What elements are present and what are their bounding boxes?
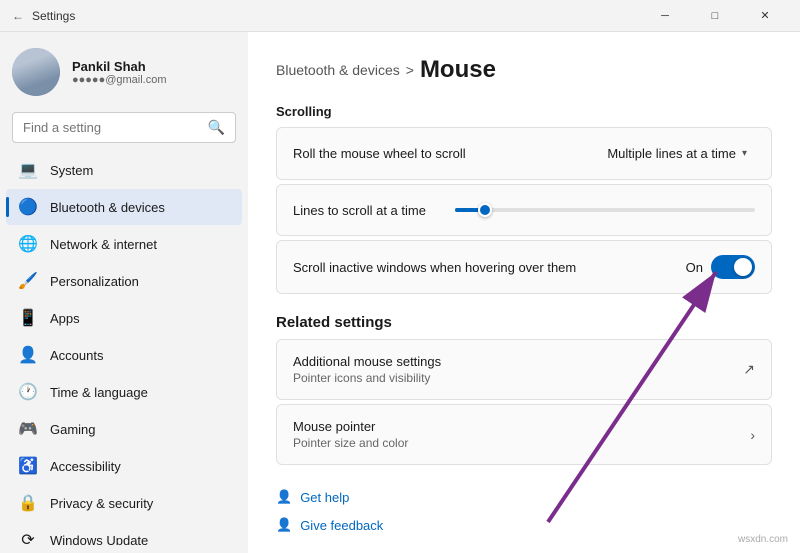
maximize-button[interactable]: □ [692,0,738,32]
breadcrumb-separator: > [406,62,414,78]
sidebar-item-windows-update[interactable]: ⟳ Windows Update [6,522,242,545]
mouse-pointer-info: Mouse pointer Pointer size and color [293,419,408,450]
user-name: Pankil Shah [72,59,236,74]
sidebar-item-label: Bluetooth & devices [50,200,165,215]
sidebar-item-gaming[interactable]: 🎮 Gaming [6,411,242,447]
slider-track [455,208,755,212]
give-feedback-icon: 👤 [276,517,292,533]
get-help-label: Get help [300,490,349,505]
update-icon: ⟳ [18,530,38,545]
roll-mouse-wheel-label: Roll the mouse wheel to scroll [293,146,466,161]
external-link-icon: ↗ [743,361,755,378]
breadcrumb-current: Mouse [420,56,496,84]
user-email: ●●●●●@gmail.com [72,74,236,86]
related-settings-title: Related settings [276,314,772,331]
scroll-lines-slider[interactable] [455,208,755,212]
main-content: Bluetooth & devices > Mouse Scrolling Ro… [248,32,800,553]
scroll-mode-value: Multiple lines at a time [607,146,736,161]
give-feedback-label: Give feedback [300,518,383,533]
sidebar-item-label: System [50,163,93,178]
lines-to-scroll-row: Lines to scroll at a time [276,184,772,236]
additional-mouse-sub: Pointer icons and visibility [293,371,441,385]
sidebar-item-label: Privacy & security [50,496,153,511]
time-icon: 🕐 [18,382,38,402]
additional-mouse-row[interactable]: Additional mouse settings Pointer icons … [276,339,772,400]
sidebar-item-label: Windows Update [50,533,148,546]
back-button[interactable]: ← [12,9,24,23]
sidebar-item-label: Time & language [50,385,148,400]
roll-mouse-wheel-control[interactable]: Multiple lines at a time ▾ [599,142,755,165]
lines-to-scroll-control [455,208,755,212]
breadcrumb-parent[interactable]: Bluetooth & devices [276,62,400,78]
sidebar-item-label: Apps [50,311,80,326]
search-box[interactable]: 🔍 [12,112,236,143]
minimize-button[interactable]: ─ [642,0,688,32]
apps-icon: 📱 [18,308,38,328]
scroll-inactive-row: Scroll inactive windows when hovering ov… [276,240,772,294]
gaming-icon: 🎮 [18,419,38,439]
scroll-mode-dropdown[interactable]: Multiple lines at a time ▾ [599,142,755,165]
mouse-pointer-row[interactable]: Mouse pointer Pointer size and color › [276,404,772,465]
sidebar-item-time[interactable]: 🕐 Time & language [6,374,242,410]
toggle-switch[interactable] [711,255,755,279]
titlebar: ← Settings ─ □ ✕ [0,0,800,32]
window-controls: ─ □ ✕ [642,0,788,32]
search-icon: 🔍 [208,119,225,136]
slider-thumb[interactable] [478,203,492,217]
scroll-inactive-label: Scroll inactive windows when hovering ov… [293,260,576,275]
breadcrumb: Bluetooth & devices > Mouse [276,56,772,84]
search-input[interactable] [23,120,200,135]
personalization-icon: 🖌️ [18,271,38,291]
user-info: Pankil Shah ●●●●●@gmail.com [72,59,236,86]
sidebar-item-label: Accounts [50,348,103,363]
mouse-pointer-label: Mouse pointer [293,419,408,434]
sidebar-item-bluetooth[interactable]: 🔵 Bluetooth & devices [6,189,242,225]
sidebar-item-network[interactable]: 🌐 Network & internet [6,226,242,262]
watermark: wsxdn.com [738,534,788,545]
active-indicator [6,197,9,217]
footer-links: 👤 Get help 👤 Give feedback [276,485,772,537]
titlebar-title: Settings [32,9,642,23]
sidebar: Pankil Shah ●●●●●@gmail.com 🔍 💻 System 🔵… [0,32,248,553]
privacy-icon: 🔒 [18,493,38,513]
user-profile[interactable]: Pankil Shah ●●●●●@gmail.com [0,32,248,108]
network-icon: 🌐 [18,234,38,254]
content-wrapper: Bluetooth & devices > Mouse Scrolling Ro… [248,32,800,553]
accessibility-icon: ♿ [18,456,38,476]
additional-mouse-label: Additional mouse settings [293,354,441,369]
avatar-image [12,48,60,96]
chevron-right-icon: › [750,427,755,443]
sidebar-item-privacy[interactable]: 🔒 Privacy & security [6,485,242,521]
bluetooth-icon: 🔵 [18,197,38,217]
get-help-icon: 👤 [276,489,292,505]
sidebar-item-accessibility[interactable]: ♿ Accessibility [6,448,242,484]
sidebar-item-accounts[interactable]: 👤 Accounts [6,337,242,373]
give-feedback-link[interactable]: 👤 Give feedback [276,513,772,537]
sidebar-item-system[interactable]: 💻 System [6,152,242,188]
get-help-link[interactable]: 👤 Get help [276,485,772,509]
roll-mouse-wheel-row: Roll the mouse wheel to scroll Multiple … [276,127,772,180]
close-button[interactable]: ✕ [742,0,788,32]
nav-list: 💻 System 🔵 Bluetooth & devices 🌐 Network… [0,151,248,545]
dropdown-arrow-icon: ▾ [742,148,747,159]
sidebar-item-label: Accessibility [50,459,121,474]
accounts-icon: 👤 [18,345,38,365]
system-icon: 💻 [18,160,38,180]
scroll-inactive-toggle[interactable]: On [686,255,755,279]
sidebar-item-label: Gaming [50,422,96,437]
toggle-on-label: On [686,260,703,275]
sidebar-item-personalization[interactable]: 🖌️ Personalization [6,263,242,299]
additional-mouse-info: Additional mouse settings Pointer icons … [293,354,441,385]
sidebar-item-label: Personalization [50,274,139,289]
sidebar-item-apps[interactable]: 📱 Apps [6,300,242,336]
scrolling-section-title: Scrolling [276,104,772,119]
mouse-pointer-sub: Pointer size and color [293,436,408,450]
app-body: Pankil Shah ●●●●●@gmail.com 🔍 💻 System 🔵… [0,32,800,553]
avatar [12,48,60,96]
sidebar-item-label: Network & internet [50,237,157,252]
scroll-inactive-control: On [686,255,755,279]
lines-to-scroll-label: Lines to scroll at a time [293,203,426,218]
